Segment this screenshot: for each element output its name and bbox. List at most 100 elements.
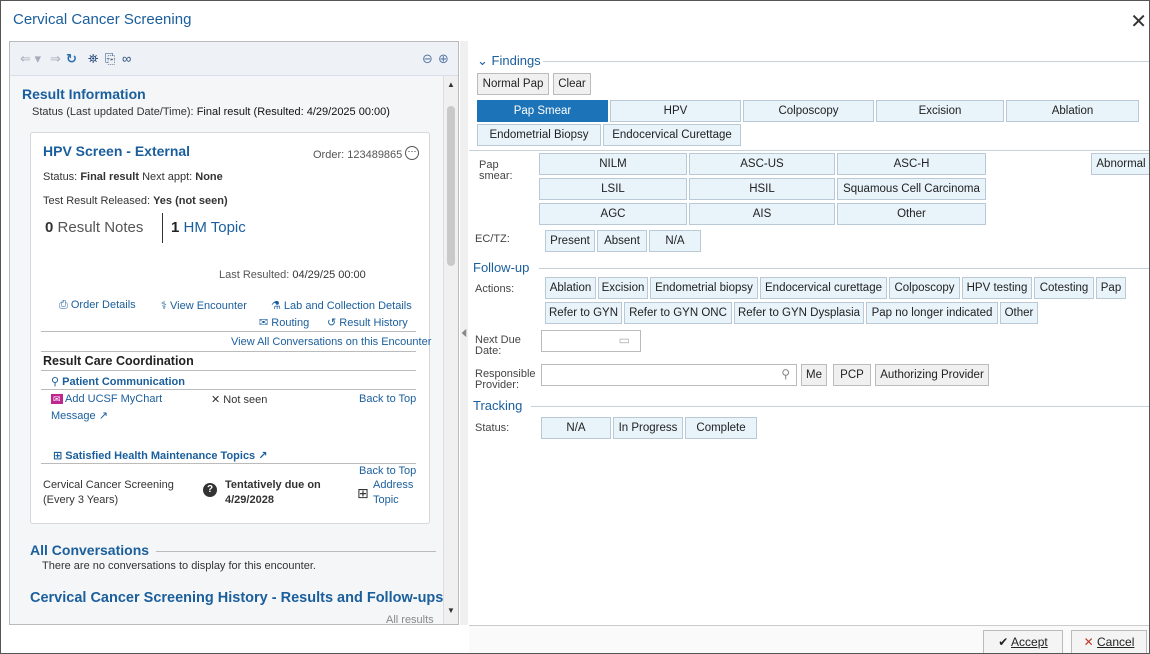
- action-pap-no-longer-indicated[interactable]: Pap no longer indicated: [866, 302, 998, 324]
- collapse-arrow-icon[interactable]: [461, 328, 467, 338]
- divider: [41, 370, 416, 371]
- actions-label: Actions:: [475, 283, 515, 295]
- tracking-na[interactable]: N/A: [541, 417, 611, 439]
- result-title[interactable]: HPV Screen - External: [43, 143, 190, 159]
- findings-heading[interactable]: ⌄ Findings: [477, 53, 541, 69]
- panel-splitter[interactable]: [460, 41, 468, 625]
- action-refer-gyn[interactable]: Refer to GYN: [545, 302, 622, 324]
- link-icon[interactable]: ∞: [122, 51, 131, 66]
- action-endometrial-biopsy[interactable]: Endometrial biopsy: [650, 277, 758, 299]
- scroll-thumb[interactable]: [447, 106, 455, 266]
- tab-excision[interactable]: Excision: [876, 100, 1004, 122]
- zoom-out-icon[interactable]: ⊖: [422, 51, 433, 67]
- pap-option-agc[interactable]: AGC: [539, 203, 687, 225]
- message-link[interactable]: Message ↗: [51, 409, 108, 422]
- all-results-link[interactable]: All results: [386, 614, 434, 624]
- result-toolbar: ⇐ ▾ ⇒ ↻ ⛯ ⎘ ∞ ⊖ ⊕: [10, 42, 458, 76]
- tracking-status-label: Status:: [475, 422, 510, 434]
- ectz-na[interactable]: N/A: [649, 230, 701, 252]
- accept-button[interactable]: ✔ Accept: [983, 630, 1063, 653]
- action-pap[interactable]: Pap: [1096, 277, 1126, 299]
- lab-details-link[interactable]: ⚗ Lab and Collection Details: [271, 299, 412, 312]
- tab-hpv[interactable]: HPV: [610, 100, 741, 122]
- pap-option-other[interactable]: Other: [837, 203, 986, 225]
- pap-option-lsil[interactable]: LSIL: [539, 178, 687, 200]
- responsible-provider-label: Responsible Provider:: [475, 368, 536, 391]
- pap-option-hsil[interactable]: HSIL: [689, 178, 835, 200]
- action-cotesting[interactable]: Cotesting: [1034, 277, 1094, 299]
- left-scrollbar[interactable]: ▲ ▼: [443, 76, 458, 624]
- divider: [156, 551, 436, 552]
- binoculars-icon[interactable]: ⛯: [88, 51, 98, 67]
- back-to-top-link-2[interactable]: Back to Top: [359, 465, 416, 477]
- no-conversations-text: There are no conversations to display fo…: [42, 560, 316, 572]
- normal-pap-button[interactable]: Normal Pap: [477, 73, 549, 95]
- action-ablation[interactable]: Ablation: [545, 277, 596, 299]
- ectz-present[interactable]: Present: [545, 230, 595, 252]
- pap-option-asc-us[interactable]: ASC-US: [689, 153, 835, 175]
- forward-icon[interactable]: ⇒: [50, 51, 61, 67]
- me-button[interactable]: Me: [801, 364, 827, 386]
- order-details-link[interactable]: ⎙ Order Details: [59, 299, 136, 312]
- tab-ablation[interactable]: Ablation: [1006, 100, 1139, 122]
- result-notes-tab[interactable]: 0 Result Notes: [45, 219, 143, 236]
- tracking-heading: Tracking: [473, 398, 523, 413]
- routing-link[interactable]: ✉ Routing: [259, 316, 309, 329]
- tentative-date: 4/29/2028: [225, 494, 274, 506]
- add-mychart-link[interactable]: ✉ Add UCSF MyChart: [51, 393, 162, 405]
- search-icon[interactable]: ⚲: [781, 367, 790, 381]
- divider: [469, 150, 1149, 151]
- zoom-in-icon[interactable]: ⊕: [438, 51, 449, 67]
- copy-icon[interactable]: ⎘: [105, 51, 115, 67]
- tab-pap-smear[interactable]: Pap Smear: [477, 100, 608, 122]
- next-due-date-input[interactable]: ▭: [541, 330, 641, 352]
- hm-topic-tab[interactable]: 1 HM Topic: [171, 219, 246, 236]
- result-panel: ⇐ ▾ ⇒ ↻ ⛯ ⎘ ∞ ⊖ ⊕ ▲ ▼ Result Information…: [9, 41, 459, 625]
- pap-option-asc-h[interactable]: ASC-H: [837, 153, 986, 175]
- tracking-in-progress[interactable]: In Progress: [613, 417, 683, 439]
- back-icon[interactable]: ⇐ ▾: [20, 51, 41, 67]
- provider-search-input[interactable]: ⚲: [541, 364, 797, 386]
- topic-link[interactable]: Topic: [373, 494, 399, 506]
- cancel-button[interactable]: ✕ Cancel: [1071, 630, 1147, 653]
- tab-colposcopy[interactable]: Colposcopy: [743, 100, 874, 122]
- cancel-x-icon: ✕: [1083, 635, 1094, 649]
- clear-button[interactable]: Clear: [553, 73, 591, 95]
- action-refer-gyn-onc[interactable]: Refer to GYN ONC: [624, 302, 732, 324]
- tracking-complete[interactable]: Complete: [685, 417, 757, 439]
- patient-communication-link[interactable]: ⚲ Patient Communication: [51, 375, 185, 388]
- result-history-link[interactable]: ↺ Result History: [327, 316, 408, 329]
- topic-frequency: (Every 3 Years): [43, 494, 119, 506]
- tab-endometrial-biopsy[interactable]: Endometrial Biopsy: [477, 124, 601, 146]
- authorizing-provider-button[interactable]: Authorizing Provider: [875, 364, 989, 386]
- refresh-icon[interactable]: ↻: [66, 51, 77, 67]
- divider: [41, 331, 416, 332]
- calendar-icon[interactable]: ▭: [619, 333, 630, 347]
- action-excision[interactable]: Excision: [598, 277, 648, 299]
- help-icon: ?: [203, 483, 217, 497]
- view-encounter-link[interactable]: ⚕ View Encounter: [161, 299, 247, 312]
- add-topic-icon[interactable]: ⊞: [357, 485, 369, 502]
- action-colposcopy[interactable]: Colposcopy: [889, 277, 960, 299]
- action-other[interactable]: Other: [1000, 302, 1038, 324]
- ectz-absent[interactable]: Absent: [597, 230, 647, 252]
- close-icon[interactable]: ✕: [1130, 9, 1147, 34]
- satisfied-hm-link[interactable]: ⊞ Satisfied Health Maintenance Topics ↗: [53, 449, 267, 462]
- pap-option-ais[interactable]: AIS: [689, 203, 835, 225]
- more-options-icon[interactable]: ···: [405, 146, 419, 160]
- abnormal-button[interactable]: Abnormal: [1091, 153, 1149, 175]
- view-all-conversations-link[interactable]: View All Conversations on this Encounter: [231, 336, 431, 348]
- scroll-down-icon[interactable]: ▼: [447, 606, 455, 615]
- back-to-top-link[interactable]: Back to Top: [359, 393, 416, 405]
- action-hpv-testing[interactable]: HPV testing: [962, 277, 1032, 299]
- address-link[interactable]: Address: [373, 479, 413, 491]
- action-endocervical-curettage[interactable]: Endocervical curettage: [760, 277, 887, 299]
- action-refer-gyn-dysplasia[interactable]: Refer to GYN Dysplasia: [734, 302, 864, 324]
- checkmark-icon: ✔: [998, 635, 1009, 649]
- pcp-button[interactable]: PCP: [833, 364, 871, 386]
- tab-endocervical-curettage[interactable]: Endocervical Curettage: [603, 124, 741, 146]
- scroll-up-icon[interactable]: ▲: [447, 80, 455, 89]
- pap-option-nilm[interactable]: NILM: [539, 153, 687, 175]
- pap-option-scc[interactable]: Squamous Cell Carcinoma: [837, 178, 986, 200]
- divider: [543, 61, 1149, 62]
